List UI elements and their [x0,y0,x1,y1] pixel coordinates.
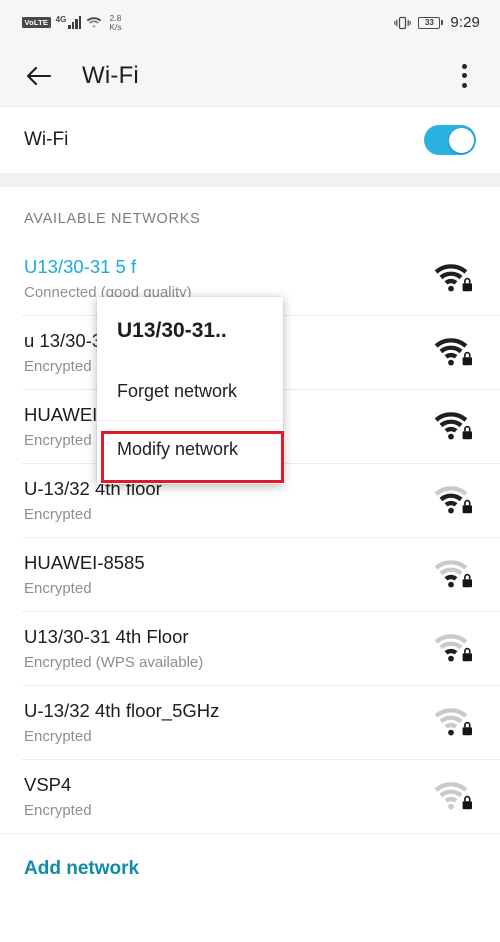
data-rate-unit: K/s [109,21,122,32]
battery-percent: 33 [424,17,434,27]
vibrate-icon [394,15,412,31]
page-title: Wi-Fi [82,61,139,89]
wifi-settings-screen: VoLTE 4G 2.8 K/s 33 9:29 Wi-Fi Wi-Fi AVA… [0,0,500,942]
network-text-block: U13/30-31 5 f Connected (good quality) [24,256,192,301]
network-text-block: HUAWEI-8585 Encrypted [24,552,145,597]
wifi-signal-lock-icon [434,631,476,665]
wifi-signal-lock-icon [434,261,476,295]
status-bar-left: VoLTE 4G 2.8 K/s [22,13,122,32]
network-text-block: U-13/32 4th floor_5GHz Encrypted [24,700,219,745]
wifi-signal-lock-icon [434,705,476,739]
wifi-signal-lock-icon [434,335,476,369]
wifi-signal-lock-icon [434,557,476,591]
dialog-item-modify-network[interactable]: Modify network [97,420,283,478]
overflow-menu-icon[interactable] [450,59,478,93]
wifi-toggle-label: Wi-Fi [24,129,69,150]
data-rate-indicator: 2.8 K/s [109,13,122,32]
network-ssid: HUAWEI-8585 [24,551,145,573]
dialog-title: U13/30-31.. [117,319,227,342]
network-status: Encrypted [24,505,92,523]
network-text-block: VSP4 Encrypted [24,774,92,819]
available-networks-header: AVAILABLE NETWORKS [0,187,500,241]
wifi-icon [86,16,102,29]
network-status: Encrypted [24,727,92,745]
network-status: Encrypted [24,579,92,597]
section-divider-band [0,173,500,187]
network-ssid: U-13/32 4th floor_5GHz [24,699,220,721]
battery-icon: 33 [418,16,444,29]
network-type-label: 4G [55,15,67,24]
battery-tip [441,20,444,25]
add-network-button[interactable]: Add network [0,833,500,900]
wifi-toggle-row[interactable]: Wi-Fi [0,107,500,173]
network-list-item[interactable]: VSP4 Encrypted [0,759,500,833]
wifi-signal-lock-icon [434,409,476,443]
volte-badge: VoLTE [22,17,51,28]
wifi-signal-lock-icon [434,483,476,517]
status-bar-clock: 9:29 [450,14,480,31]
network-ssid: U13/30-31 4th Floor [24,625,189,647]
wifi-toggle-thumb [448,127,474,153]
wifi-signal-lock-icon [434,779,476,813]
dialog-item-forget-network[interactable]: Forget network [97,363,283,420]
network-list-item[interactable]: HUAWEI-8585 Encrypted [0,537,500,611]
back-arrow-icon[interactable] [24,61,54,91]
network-status: Encrypted (WPS available) [24,653,204,671]
network-text-block: U-13/32 4th floor Encrypted [24,478,162,523]
network-list-item[interactable]: U13/30-31 4th Floor Encrypted (WPS availa… [0,611,500,685]
status-bar: VoLTE 4G 2.8 K/s 33 9:29 [0,0,500,45]
app-bar: Wi-Fi [0,45,500,107]
network-status: Encrypted [24,801,92,819]
signal-bars-glyph [68,16,82,29]
network-ssid: U13/30-31 5 f [24,255,137,277]
network-context-dialog: U13/30-31.. Forget network Modify networ… [97,297,283,484]
wifi-toggle-switch[interactable] [424,125,476,155]
battery-body: 33 [418,16,441,29]
network-text-block: U13/30-31 4th Floor Encrypted (WPS availa… [24,626,203,671]
network-ssid: VSP4 [24,773,72,795]
network-list-item[interactable]: U-13/32 4th floor_5GHz Encrypted [0,685,500,759]
status-bar-right: 33 9:29 [394,14,480,31]
signal-bars-icon: 4G [55,15,82,29]
